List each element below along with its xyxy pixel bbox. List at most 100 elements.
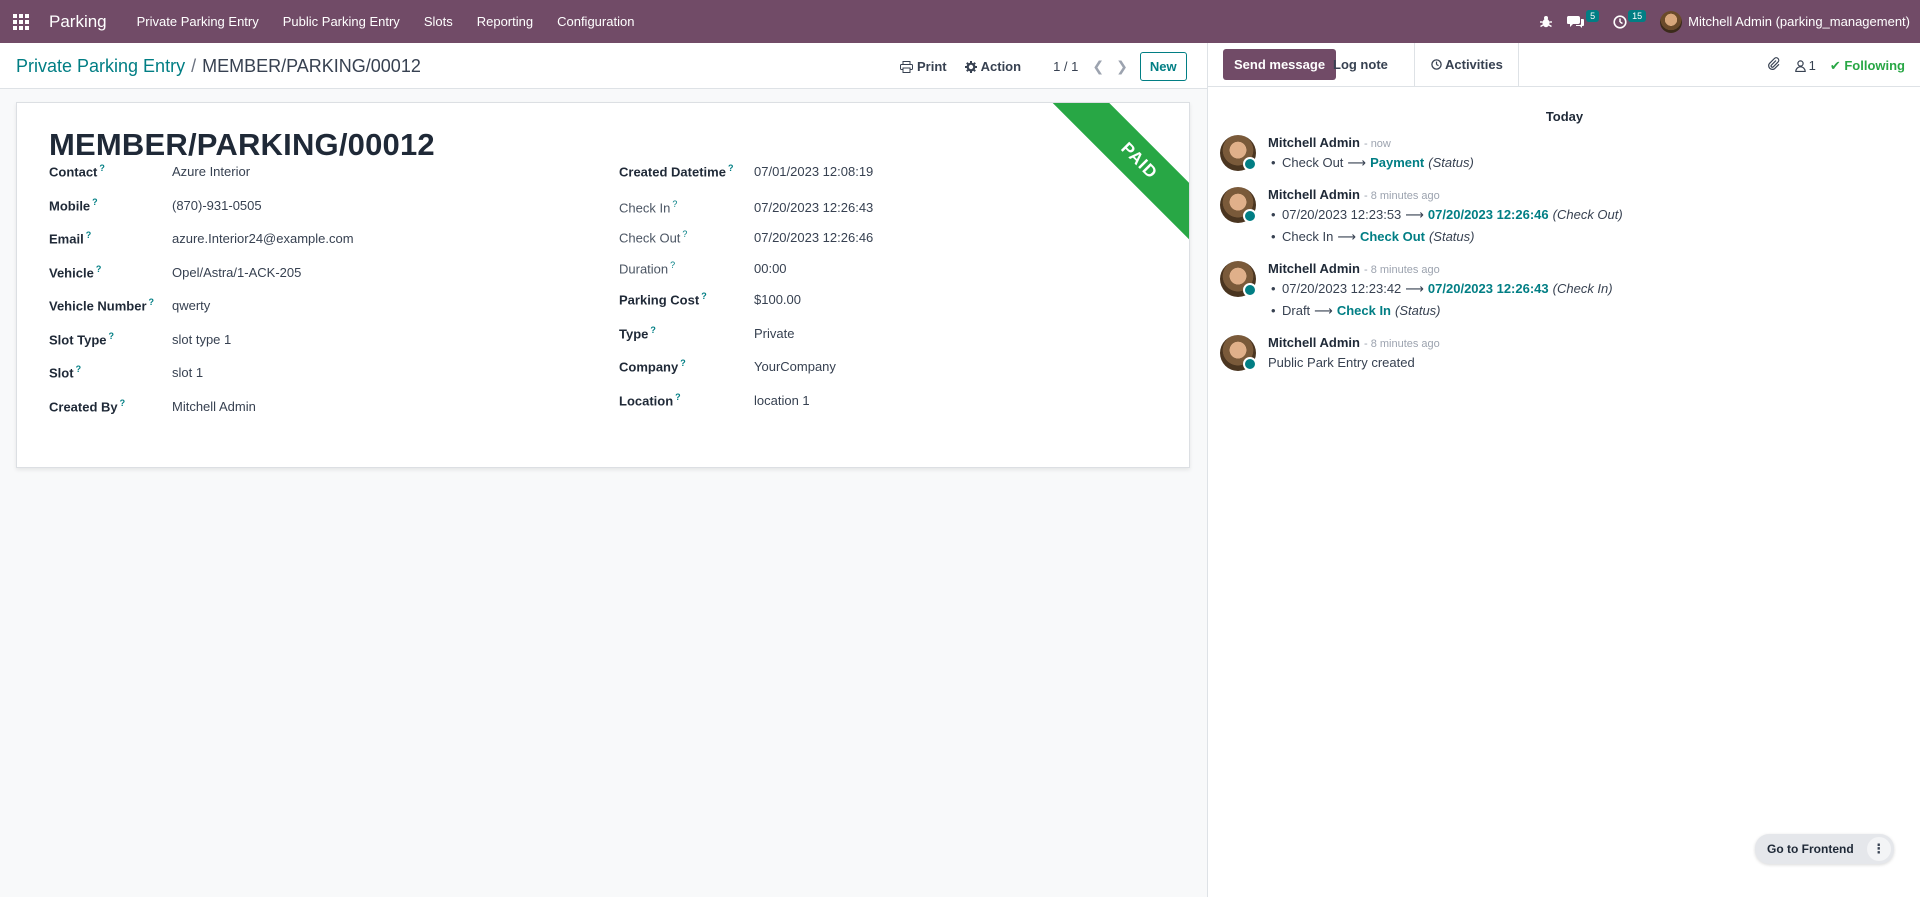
go-to-frontend-button[interactable]: Go to Frontend (1758, 837, 1863, 861)
field-label-text: Company (619, 359, 679, 375)
help-tooltip-icon[interactable]: ? (76, 364, 82, 374)
messages-icon[interactable]: 5 (1567, 9, 1600, 29)
right-field-row: Check Out? 07/20/2023 12:26:46 (619, 229, 1179, 245)
menu-private-parking-entry[interactable]: Private Parking Entry (125, 14, 271, 29)
help-tooltip-icon[interactable]: ? (650, 325, 656, 335)
field-value[interactable]: 07/01/2023 12:08:19 (754, 164, 873, 179)
author-avatar[interactable] (1220, 261, 1257, 297)
menu-public-parking-entry[interactable]: Public Parking Entry (271, 14, 412, 29)
help-tooltip-icon[interactable]: ? (92, 197, 98, 207)
print-button[interactable]: Print (900, 59, 947, 74)
field-label: Created By? (49, 398, 125, 414)
help-tooltip-icon[interactable]: ? (86, 230, 92, 240)
help-tooltip-icon[interactable]: ? (99, 163, 105, 173)
field-value[interactable]: Opel/Astra/1-ACK-205 (172, 265, 301, 280)
message-date: - 8 minutes ago (1363, 264, 1440, 276)
field-value[interactable]: 00:00 (754, 261, 787, 276)
right-field-row: Type? Private (619, 325, 1179, 341)
action-label: Action (980, 59, 1022, 74)
right-field-row: Created Datetime? 07/01/2023 12:08:19 (619, 163, 1179, 179)
field-label: Slot Type? (49, 331, 114, 347)
field-label-text: Parking Cost (619, 292, 700, 308)
field-label: Mobile? (49, 197, 98, 213)
field-label: Vehicle? (49, 264, 101, 280)
tracking-change: 07/20/2023 12:23:42⟶07/20/2023 12:26:43(… (1271, 281, 1613, 297)
following-button[interactable]: ✔ Following (1830, 58, 1905, 74)
menu-slots[interactable]: Slots (412, 14, 465, 29)
message-author[interactable]: Mitchell Admin (1268, 187, 1360, 202)
message-author[interactable]: Mitchell Admin (1268, 135, 1360, 150)
log-note-button[interactable]: Log note (1333, 57, 1388, 72)
field-value[interactable]: YourCompany (754, 359, 836, 374)
breadcrumb-parent-link[interactable]: Private Parking Entry (16, 56, 185, 76)
help-tooltip-icon[interactable]: ? (149, 297, 155, 307)
help-tooltip-icon[interactable]: ? (701, 291, 707, 301)
field-value[interactable]: Private (754, 326, 794, 341)
field-label: Parking Cost? (619, 291, 707, 307)
send-message-button[interactable]: Send message (1223, 49, 1337, 80)
message-author[interactable]: Mitchell Admin (1268, 261, 1360, 276)
arrow-right-icon: ⟶ (1314, 303, 1333, 318)
field-label: Check In? (619, 199, 677, 215)
control-panel-actions: Print Action 1 / 1 ❮ ❯ New (900, 52, 1187, 81)
field-value[interactable]: qwerty (172, 298, 210, 313)
field-value[interactable]: Mitchell Admin (172, 399, 256, 414)
help-tooltip-icon[interactable]: ? (682, 229, 687, 239)
kebab-menu-icon[interactable]: ⋮ (1866, 837, 1891, 861)
help-tooltip-icon[interactable]: ? (680, 358, 686, 368)
help-tooltip-icon[interactable]: ? (670, 260, 675, 270)
help-tooltip-icon[interactable]: ? (672, 199, 677, 209)
left-field-row: Slot? slot 1 (49, 364, 609, 380)
field-value[interactable]: slot type 1 (172, 332, 231, 347)
field-value[interactable]: 07/20/2023 12:26:43 (754, 200, 873, 215)
field-value[interactable]: Azure Interior (172, 164, 250, 179)
action-button[interactable]: Action (964, 59, 1022, 74)
help-tooltip-icon[interactable]: ? (728, 163, 734, 173)
message-header: Mitchell Admin - 8 minutes ago (1268, 187, 1440, 202)
print-icon (900, 60, 913, 73)
author-avatar[interactable] (1220, 135, 1257, 171)
menu-configuration[interactable]: Configuration (545, 14, 646, 29)
author-avatar[interactable] (1220, 335, 1257, 371)
pager-value[interactable]: 1 / 1 (1053, 59, 1078, 74)
help-tooltip-icon[interactable]: ? (109, 331, 115, 341)
debug-icon[interactable] (1539, 15, 1553, 29)
message-author[interactable]: Mitchell Admin (1268, 335, 1360, 350)
old-value: Check Out (1282, 155, 1344, 170)
activities-clock-icon[interactable]: 15 (1613, 9, 1647, 29)
user-menu[interactable]: Mitchell Admin (parking_management) (1660, 10, 1910, 33)
new-button[interactable]: New (1139, 52, 1187, 81)
tab-divider (1518, 43, 1519, 87)
arrow-right-icon: ⟶ (1405, 281, 1424, 296)
right-field-row: Company? YourCompany (619, 358, 1179, 374)
chevron-left-icon[interactable]: ❮ (1092, 58, 1104, 75)
new-value: Check Out (1359, 229, 1425, 244)
user-icon (1794, 59, 1806, 72)
field-value[interactable]: azure.Interior24@example.com (172, 231, 354, 246)
message-body: Public Park Entry created (1268, 355, 1415, 370)
right-field-row: Duration? 00:00 (619, 260, 1179, 276)
old-value: 07/20/2023 12:23:42 (1282, 281, 1402, 296)
app-brand[interactable]: Parking (49, 12, 107, 32)
help-tooltip-icon[interactable]: ? (120, 398, 126, 408)
field-value[interactable]: slot 1 (172, 365, 203, 380)
changed-field-name: (Status) (1395, 303, 1441, 318)
activities-button[interactable]: Activities (1431, 57, 1503, 72)
messages-count-badge: 5 (1586, 9, 1600, 22)
apps-menu-icon[interactable] (12, 13, 30, 31)
field-value[interactable]: (870)-931-0505 (172, 198, 262, 213)
field-label-text: Duration (619, 261, 669, 277)
paperclip-icon[interactable] (1767, 57, 1781, 74)
followers-button[interactable]: 1 (1794, 58, 1816, 73)
field-label-text: Vehicle (49, 265, 94, 281)
chevron-right-icon[interactable]: ❯ (1116, 58, 1128, 75)
help-tooltip-icon[interactable]: ? (96, 264, 102, 274)
field-value[interactable]: $100.00 (754, 292, 801, 307)
field-value[interactable]: 07/20/2023 12:26:46 (754, 230, 873, 245)
changed-field-name: (Check Out) (1552, 207, 1623, 222)
author-avatar[interactable] (1220, 187, 1257, 223)
menu-reporting[interactable]: Reporting (465, 14, 545, 29)
field-value[interactable]: location 1 (754, 393, 810, 408)
field-label-text: Created By (49, 399, 118, 415)
help-tooltip-icon[interactable]: ? (675, 392, 681, 402)
